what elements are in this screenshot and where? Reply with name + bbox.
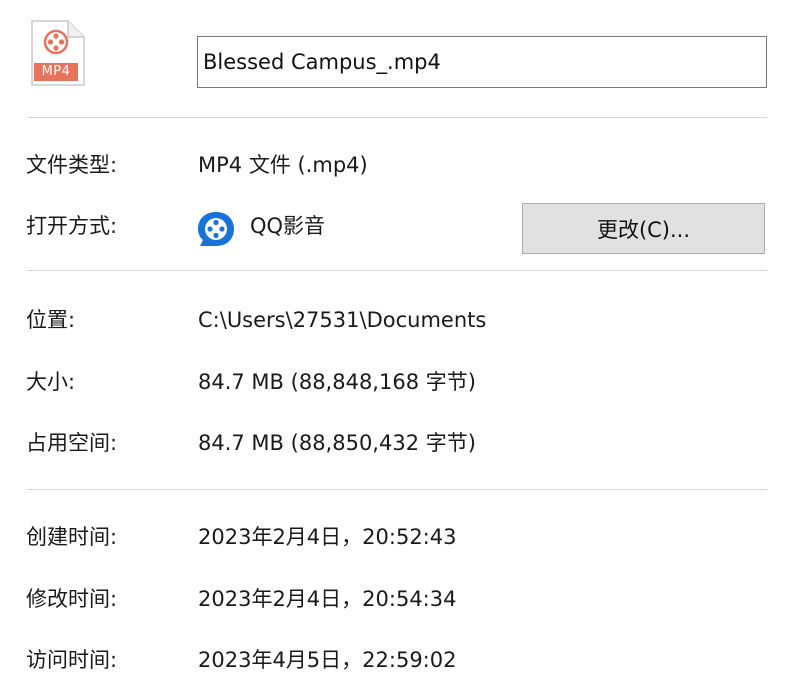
opens-with-label: 打开方式:: [26, 214, 118, 238]
location-value: C:\Users\27531\Documents: [198, 308, 487, 332]
file-type-value: MP4 文件 (.mp4): [198, 153, 368, 177]
accessed-label: 访问时间:: [26, 648, 118, 672]
divider: [27, 270, 767, 271]
size-on-disk-label: 占用空间:: [26, 431, 118, 455]
accessed-value: 2023年4月5日，22:59:02: [198, 648, 457, 672]
file-type-label: 文件类型:: [26, 153, 118, 177]
change-button[interactable]: 更改(C)...: [522, 203, 765, 254]
modified-label: 修改时间:: [26, 587, 118, 611]
file-name-input[interactable]: [197, 36, 767, 88]
divider: [27, 117, 767, 118]
location-label: 位置:: [26, 308, 76, 332]
app-name: QQ影音: [250, 214, 326, 238]
mp4-file-icon: MP4: [30, 20, 86, 86]
divider: [27, 489, 767, 490]
file-type-badge: MP4: [41, 64, 71, 79]
size-value: 84.7 MB (88,848,168 字节): [198, 370, 476, 394]
created-label: 创建时间:: [26, 525, 118, 549]
size-on-disk-value: 84.7 MB (88,850,432 字节): [198, 431, 476, 455]
modified-value: 2023年2月4日，20:54:34: [198, 587, 457, 611]
created-value: 2023年2月4日，20:52:43: [198, 525, 457, 549]
size-label: 大小:: [26, 370, 76, 394]
qq-player-icon: [196, 210, 236, 248]
